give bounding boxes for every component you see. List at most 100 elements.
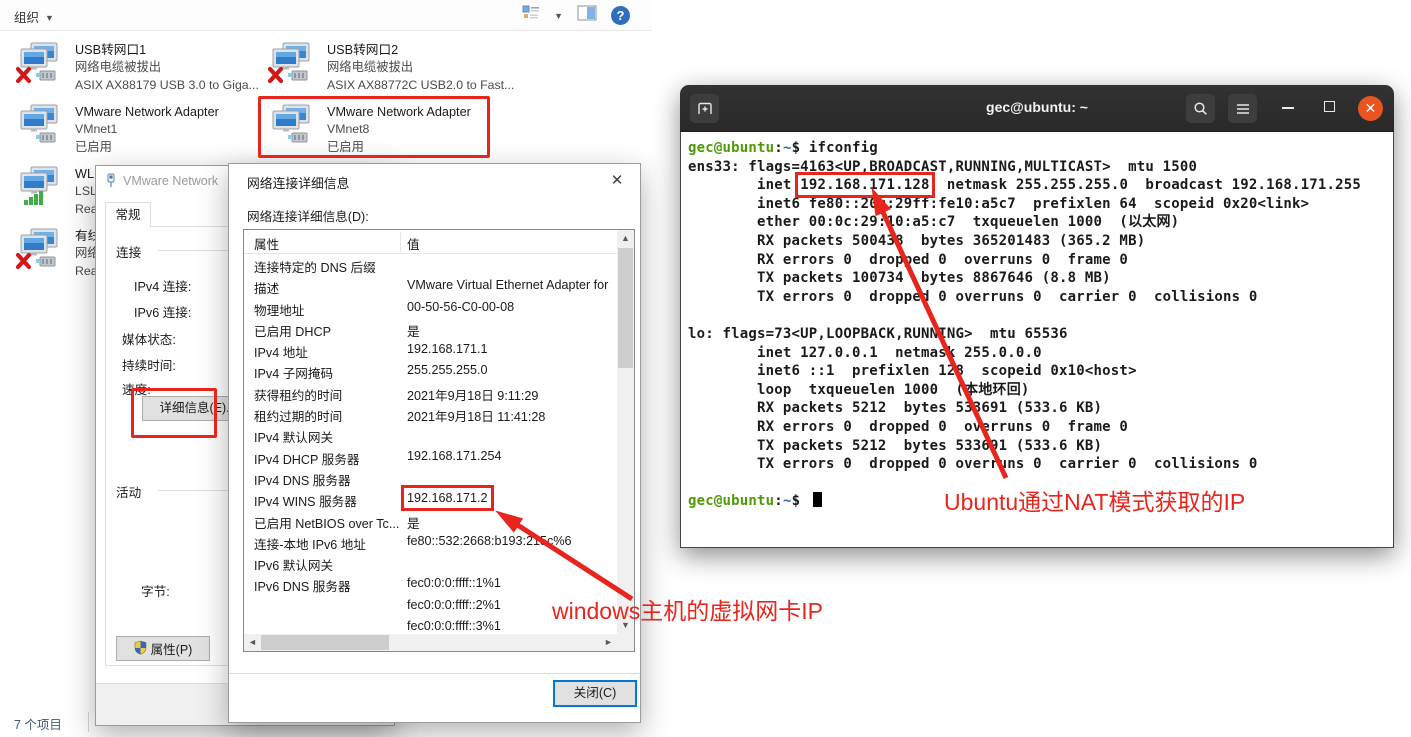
dialog-separator: [229, 673, 640, 674]
adapter-status: 已启用: [327, 139, 471, 157]
scroll-left-icon[interactable]: ◄: [244, 634, 261, 651]
details-row-value: 192.168.171.1: [407, 342, 488, 356]
adapter-name: VMware Network Adapter: [75, 104, 219, 121]
uac-shield-icon: [134, 640, 147, 658]
adapter-item[interactable]: VMware Network AdapterVMnet1已启用: [16, 104, 219, 156]
adapter-text: VMware Network AdapterVMnet1已启用: [75, 104, 219, 156]
details-row-value: 是: [407, 321, 420, 340]
terminal-titlebar[interactable]: gec@ubuntu: ~ ✕: [680, 85, 1394, 132]
preview-pane-icon[interactable]: [577, 5, 597, 26]
adapter-status: ASIX AX88772C USB2.0 to Fast...: [327, 77, 514, 95]
adapter-status: VMnet1: [75, 121, 219, 139]
section-activity-label: 活动: [116, 482, 141, 501]
adapter-text: USB转网口2网络电缆被拔出ASIX AX88772C USB2.0 to Fa…: [327, 42, 514, 94]
adapter-item[interactable]: 有线网络Rea: [16, 228, 100, 280]
details-row[interactable]: 连接特定的 DNS 后缀: [244, 255, 617, 276]
tab-general[interactable]: 常规: [105, 202, 151, 227]
adapter-item[interactable]: USB转网口2网络电缆被拔出ASIX AX88772C USB2.0 to Fa…: [268, 42, 514, 94]
scrollbar-corner: [617, 634, 634, 651]
network-adapter-icon: [16, 42, 62, 86]
terminal-line: inet6 fe80::20c:29ff:fe10:a5c7 prefixlen…: [688, 195, 1393, 214]
details-row[interactable]: IPv4 DHCP 服务器192.168.171.254: [244, 447, 617, 468]
items-count: 7 个项目: [14, 714, 62, 733]
details-rows: 连接特定的 DNS 后缀描述VMware Virtual Ethernet Ad…: [244, 255, 617, 634]
details-row[interactable]: 已启用 DHCP是: [244, 319, 617, 340]
maximize-button[interactable]: [1324, 101, 1335, 112]
close-icon[interactable]: ✕: [602, 168, 632, 192]
details-row-value: fec0:0:0:ffff::1%1: [407, 576, 501, 590]
details-row-property: IPv4 WINS 服务器: [254, 491, 357, 510]
scroll-up-icon[interactable]: ▲: [617, 230, 634, 247]
details-row[interactable]: IPv4 WINS 服务器 192.168.171.2: [244, 489, 617, 510]
change-view-icon[interactable]: [522, 4, 540, 27]
organize-menu[interactable]: 组织▼: [14, 7, 54, 26]
terminal-line: RX errors 0 dropped 0 overruns 0 frame 0: [688, 418, 1393, 437]
chevron-down-icon: ▼: [45, 13, 54, 23]
highlighted-nat-ip: 192.168.171.128: [800, 177, 929, 193]
details-row-value: 是: [407, 513, 420, 532]
menu-icon[interactable]: [1228, 94, 1257, 123]
terminal-line: inet 127.0.0.1 netmask 255.0.0.0: [688, 344, 1393, 363]
close-button[interactable]: 关闭(C): [553, 680, 637, 707]
minimize-button[interactable]: [1282, 107, 1294, 109]
search-icon[interactable]: [1186, 94, 1215, 123]
terminal-line: inet6 ::1 prefixlen 128 scopeid 0x10<hos…: [688, 362, 1393, 381]
adapter-name: USB转网口2: [327, 42, 514, 59]
adapter-item[interactable]: VMware Network AdapterVMnet8已启用: [268, 104, 471, 156]
scroll-right-icon[interactable]: ►: [600, 634, 617, 651]
vertical-scrollbar[interactable]: ▲ ▼: [617, 230, 634, 634]
help-icon[interactable]: ?: [611, 6, 630, 25]
adapter-status: ASIX AX88179 USB 3.0 to Giga...: [75, 77, 259, 95]
column-property[interactable]: 属性: [254, 234, 279, 253]
listview-header: 属性 值: [244, 230, 617, 254]
adapter-status: 已启用: [75, 139, 219, 157]
view-dropdown-caret-icon[interactable]: ▼: [554, 11, 563, 21]
status-field-label: IPv4 连接:: [134, 276, 191, 295]
adapter-status: VMnet8: [327, 121, 471, 139]
terminal-line: TX packets 100734 bytes 8867646 (8.8 MB): [688, 269, 1393, 288]
details-row-value: fec0:0:0:ffff::3%1: [407, 619, 501, 633]
terminal-line: loop txqueuelen 1000 (本地环回): [688, 381, 1393, 400]
details-row-property: IPv4 地址: [254, 342, 308, 361]
details-row-value: 2021年9月18日 9:11:29: [407, 385, 538, 404]
details-row-property: 物理地址: [254, 300, 304, 319]
details-row[interactable]: IPv6 默认网关: [244, 553, 617, 574]
network-adapter-icon: [268, 104, 314, 148]
details-row[interactable]: 租约过期的时间2021年9月18日 11:41:28: [244, 404, 617, 425]
details-row[interactable]: IPv4 默认网关: [244, 425, 617, 446]
vertical-scroll-thumb[interactable]: [618, 248, 633, 368]
details-row[interactable]: 物理地址00-50-56-C0-00-08: [244, 298, 617, 319]
details-row-value-highlighted: 192.168.171.2: [407, 491, 488, 505]
adapter-status: 网络电缆被拔出: [327, 59, 514, 77]
adapter-item[interactable]: USB转网口1网络电缆被拔出ASIX AX88179 USB 3.0 to Gi…: [16, 42, 259, 94]
details-row-property: 获得租约的时间: [254, 385, 342, 404]
network-adapter-icon: [16, 104, 62, 148]
details-row[interactable]: 获得租约的时间 2021年9月18日 9:11:29: [244, 383, 617, 404]
details-row-property: 连接特定的 DNS 后缀: [254, 257, 376, 276]
horizontal-scrollbar[interactable]: ◄ ►: [244, 634, 617, 651]
details-row[interactable]: 描述VMware Virtual Ethernet Adapter for: [244, 276, 617, 297]
adapter-item[interactable]: WLLSLRea: [16, 166, 98, 218]
details-row-property: 租约过期的时间: [254, 406, 342, 425]
details-list-label: 网络连接详细信息(D):: [247, 206, 369, 225]
details-row[interactable]: IPv4 DNS 服务器: [244, 468, 617, 489]
details-row[interactable]: IPv4 地址 192.168.171.1: [244, 340, 617, 361]
adapter-name: USB转网口1: [75, 42, 259, 59]
close-window-button[interactable]: ✕: [1358, 96, 1383, 121]
wifi-adapter-icon: [16, 166, 62, 210]
terminal-line: RX packets 500438 bytes 365201483 (365.2…: [688, 232, 1393, 251]
terminal-line: TX errors 0 dropped 0 overruns 0 carrier…: [688, 288, 1393, 307]
details-row[interactable]: IPv4 子网掩码255.255.255.0: [244, 361, 617, 382]
details-row[interactable]: 连接-本地 IPv6 地址fe80::532:2668:b193:215c%6: [244, 532, 617, 553]
statusbar-divider: [88, 712, 89, 732]
column-divider: [400, 232, 401, 252]
prompt-path: ~: [783, 493, 792, 509]
terminal-line: TX errors 0 dropped 0 overruns 0 carrier…: [688, 455, 1393, 474]
column-value[interactable]: 值: [407, 234, 420, 253]
details-row[interactable]: 已启用 NetBIOS over Tc...是: [244, 511, 617, 532]
horizontal-scroll-thumb[interactable]: [261, 635, 389, 650]
terminal-line: lo: flags=73<UP,LOOPBACK,RUNNING> mtu 65…: [688, 325, 1393, 344]
status-dialog-title: VMware Network: [123, 174, 218, 188]
properties-button[interactable]: 属性(P): [116, 636, 210, 661]
adapter-text: USB转网口1网络电缆被拔出ASIX AX88179 USB 3.0 to Gi…: [75, 42, 259, 94]
